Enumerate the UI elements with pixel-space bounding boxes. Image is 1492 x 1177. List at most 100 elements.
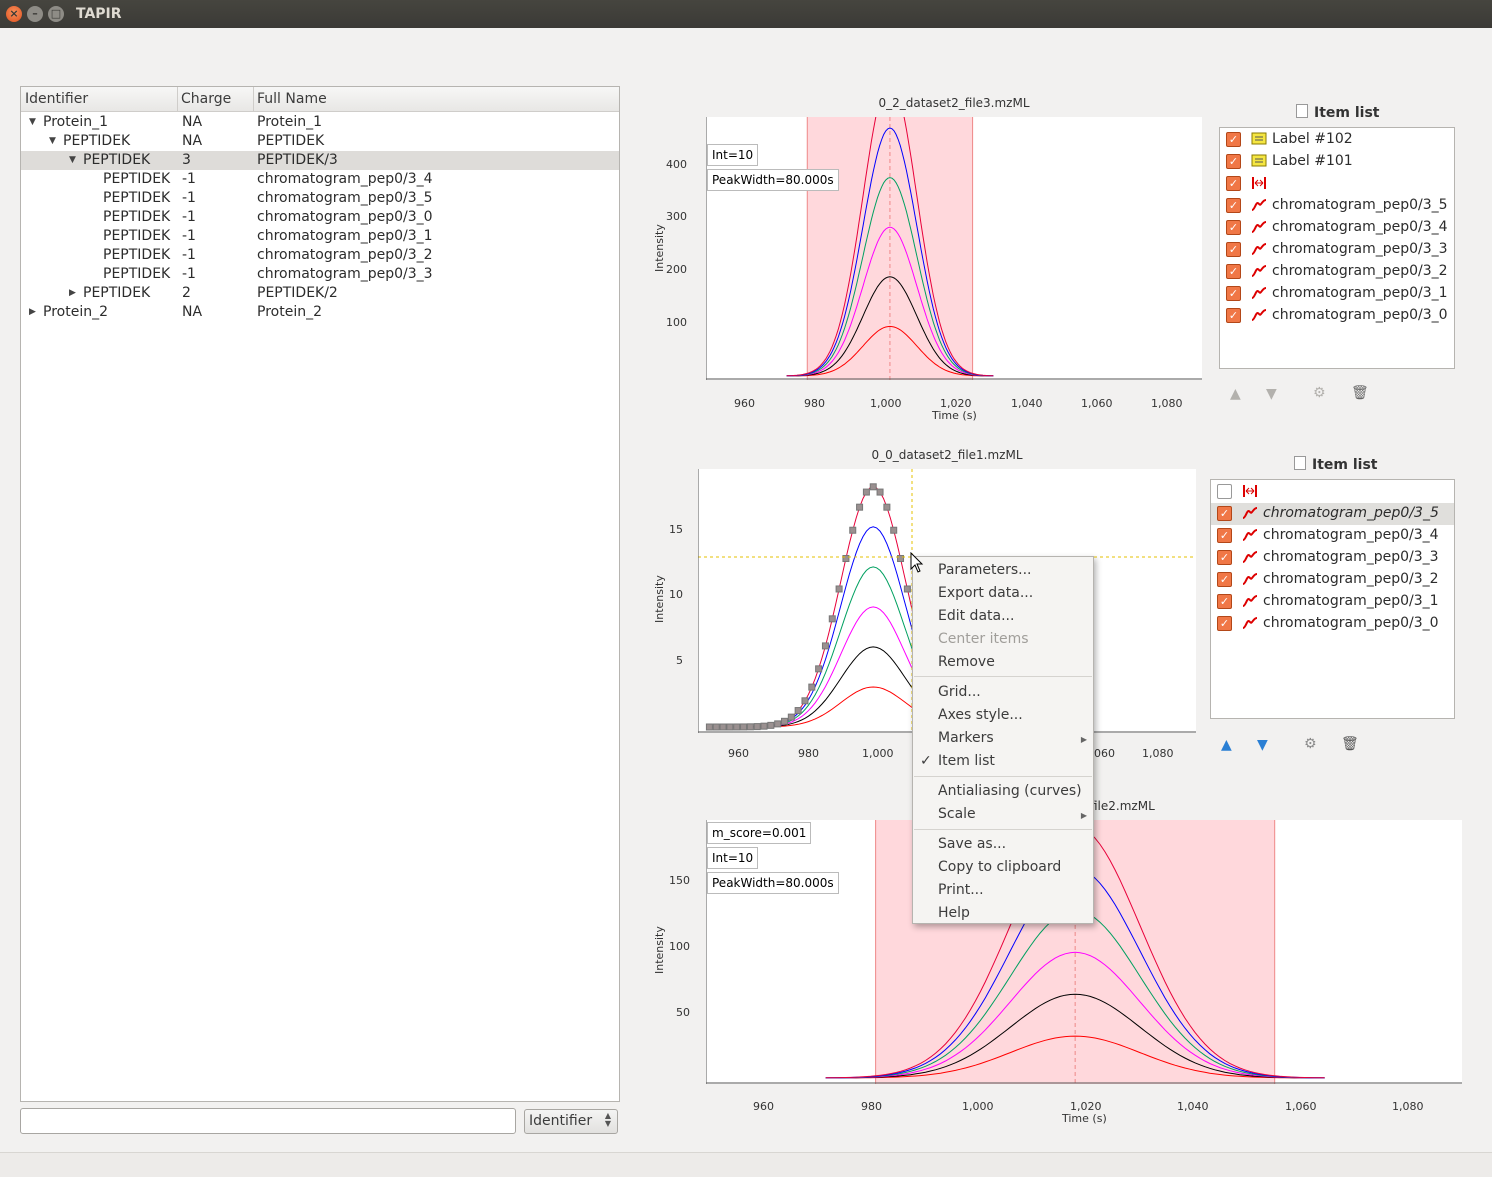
minimize-window-button[interactable]: – (27, 6, 43, 22)
menu-item[interactable]: Edit data... (938, 608, 1014, 624)
trash-icon[interactable]: 🗑 (1351, 385, 1369, 401)
expanded-arrow-icon[interactable]: ▼ (49, 136, 56, 146)
item-checkbox[interactable]: ✓ (1226, 286, 1241, 301)
item-checkbox[interactable]: ✓ (1217, 550, 1232, 565)
tree-row[interactable]: ▶ PEPTIDEK 2 PEPTIDEK/2 (21, 284, 619, 303)
collapsed-arrow-icon[interactable]: ▶ (69, 288, 76, 298)
maximize-window-button[interactable]: □ (48, 6, 64, 22)
range-icon (1243, 485, 1257, 497)
item-list-entry[interactable] (1211, 481, 1454, 503)
item-checkbox[interactable]: ✓ (1217, 506, 1232, 521)
collapsed-arrow-icon[interactable]: ▶ (29, 307, 36, 317)
column-header-full-name[interactable]: Full Name (257, 91, 327, 107)
plot1-ylabel: Intensity (653, 224, 666, 272)
plot3-label-peakwidth[interactable]: PeakWidth=80.000s (707, 872, 839, 894)
item-list-entry[interactable]: ✓ chromatogram_pep0/3_4 (1220, 217, 1454, 239)
menu-item[interactable]: Print... (938, 882, 984, 898)
item-list-entry[interactable]: ✓ chromatogram_pep0/3_5 (1211, 503, 1454, 525)
expanded-arrow-icon[interactable]: ▼ (29, 117, 36, 127)
menu-item[interactable]: Scale (938, 806, 976, 822)
item-list2-header[interactable]: Item list (1294, 456, 1377, 473)
item-list1[interactable]: ✓ Label #102 ✓ Label #101 ✓ ✓ chromatogram_pep… (1219, 127, 1455, 369)
tree-row[interactable]: PEPTIDEK -1 chromatogram_pep0/3_4 (21, 170, 619, 189)
item-list-entry[interactable]: ✓ chromatogram_pep0/3_3 (1211, 547, 1454, 569)
item-list-entry[interactable]: ✓ Label #101 (1220, 151, 1454, 173)
menu-item[interactable]: Help (938, 905, 970, 921)
menu-item[interactable]: Parameters... (938, 562, 1031, 578)
plot1-xtick: 1,060 (1081, 397, 1113, 410)
item-checkbox[interactable]: ✓ (1226, 198, 1241, 213)
item-list-entry[interactable]: ✓ chromatogram_pep0/3_3 (1220, 239, 1454, 261)
menu-item[interactable]: Markers (938, 730, 994, 746)
expanded-arrow-icon[interactable]: ▼ (69, 155, 76, 165)
plot-context-menu[interactable]: Parameters... Export data... Edit data... C… (912, 556, 1094, 924)
menu-item[interactable]: Export data... (938, 585, 1033, 601)
menu-item[interactable]: Item list (938, 753, 995, 769)
item-list1-header[interactable]: Item list (1296, 104, 1379, 121)
tree-row[interactable]: PEPTIDEK -1 chromatogram_pep0/3_0 (21, 208, 619, 227)
plot3-xtick: 960 (753, 1100, 774, 1113)
move-down-button[interactable]: ▼ (1266, 386, 1277, 402)
tree-row[interactable]: PEPTIDEK -1 chromatogram_pep0/3_2 (21, 246, 619, 265)
move-down-button[interactable]: ▼ (1257, 737, 1268, 753)
search-field-select[interactable]: Identifier ▲ ▼ (524, 1109, 618, 1134)
tree-row[interactable]: PEPTIDEK -1 chromatogram_pep0/3_5 (21, 189, 619, 208)
menu-item[interactable]: Copy to clipboard (938, 859, 1061, 875)
item-list-entry[interactable]: ✓ chromatogram_pep0/3_2 (1220, 261, 1454, 283)
tree-row[interactable]: ▼ PEPTIDEK 3 PEPTIDEK/3 (21, 151, 619, 170)
plot3-label-mscore[interactable]: m_score=0.001 (707, 822, 812, 844)
tree-row[interactable]: ▼ Protein_1 NA Protein_1 (21, 113, 619, 132)
item-list-entry[interactable]: ✓ chromatogram_pep0/3_1 (1211, 591, 1454, 613)
search-input[interactable] (20, 1108, 516, 1134)
item-list-entry[interactable]: ✓ chromatogram_pep0/3_0 (1211, 613, 1454, 635)
tree-row[interactable]: ▶ Protein_2 NA Protein_2 (21, 303, 619, 322)
item-list-entry[interactable]: ✓ chromatogram_pep0/3_2 (1211, 569, 1454, 591)
status-bar (0, 1152, 1492, 1177)
tree-row[interactable]: PEPTIDEK -1 chromatogram_pep0/3_1 (21, 227, 619, 246)
gear-icon[interactable]: ⚙ (1313, 385, 1326, 401)
item-checkbox[interactable]: ✓ (1226, 154, 1241, 169)
protein-tree[interactable]: Identifier Charge Full Name ▼ Protein_1 NA… (20, 86, 620, 1102)
plot3-label-int[interactable]: Int=10 (707, 847, 759, 869)
column-header-charge[interactable]: Charge (181, 91, 231, 107)
item-checkbox[interactable]: ✓ (1226, 242, 1241, 257)
item-checkbox[interactable]: ✓ (1217, 572, 1232, 587)
item-checkbox[interactable] (1217, 484, 1232, 499)
menu-item[interactable]: Grid... (938, 684, 981, 700)
close-window-button[interactable]: × (6, 6, 22, 22)
move-up-button[interactable]: ▲ (1230, 386, 1241, 402)
gear-icon[interactable]: ⚙ (1304, 736, 1317, 752)
item-checkbox[interactable]: ✓ (1217, 528, 1232, 543)
item-checkbox[interactable]: ✓ (1226, 176, 1241, 191)
tree-row[interactable]: PEPTIDEK -1 chromatogram_pep0/3_3 (21, 265, 619, 284)
menu-item[interactable]: Antialiasing (curves) (938, 783, 1082, 799)
plot1-label-int[interactable]: Int=10 (707, 144, 759, 166)
tree-cell-full-name: chromatogram_pep0/3_1 (257, 228, 433, 244)
item-list-entry[interactable]: ✓ Label #102 (1220, 129, 1454, 151)
move-up-button[interactable]: ▲ (1221, 737, 1232, 753)
item-checkbox[interactable]: ✓ (1226, 220, 1241, 235)
item-checkbox[interactable]: ✓ (1226, 264, 1241, 279)
menu-item[interactable]: Remove (938, 654, 995, 670)
plot1-title: 0_2_dataset2_file3.mzML (878, 96, 1030, 110)
column-header-identifier[interactable]: Identifier (25, 91, 88, 107)
item-checkbox[interactable]: ✓ (1217, 616, 1232, 631)
plot1-label-peakwidth[interactable]: PeakWidth=80.000s (707, 169, 839, 191)
item-list-entry[interactable]: ✓ chromatogram_pep0/3_4 (1211, 525, 1454, 547)
menu-item[interactable]: Axes style... (938, 707, 1023, 723)
item-checkbox[interactable]: ✓ (1217, 594, 1232, 609)
item-list-entry[interactable]: ✓ chromatogram_pep0/3_0 (1220, 305, 1454, 327)
plot2-xtick: 060 (1094, 747, 1115, 760)
item-list-entry[interactable]: ✓ chromatogram_pep0/3_5 (1220, 195, 1454, 217)
trash-icon[interactable]: 🗑 (1341, 736, 1359, 752)
close-icon: × (9, 7, 19, 20)
item-list-entry[interactable]: ✓ (1220, 173, 1454, 195)
item-list2[interactable]: ✓ chromatogram_pep0/3_5 ✓ chromatogram_pep0… (1210, 479, 1455, 719)
item-checkbox[interactable]: ✓ (1226, 132, 1241, 147)
curve-icon (1251, 243, 1267, 255)
plot1-canvas[interactable] (705, 77, 1202, 380)
menu-item[interactable]: Save as... (938, 836, 1006, 852)
item-list-entry[interactable]: ✓ chromatogram_pep0/3_1 (1220, 283, 1454, 305)
item-checkbox[interactable]: ✓ (1226, 308, 1241, 323)
tree-row[interactable]: ▼ PEPTIDEK NA PEPTIDEK (21, 132, 619, 151)
